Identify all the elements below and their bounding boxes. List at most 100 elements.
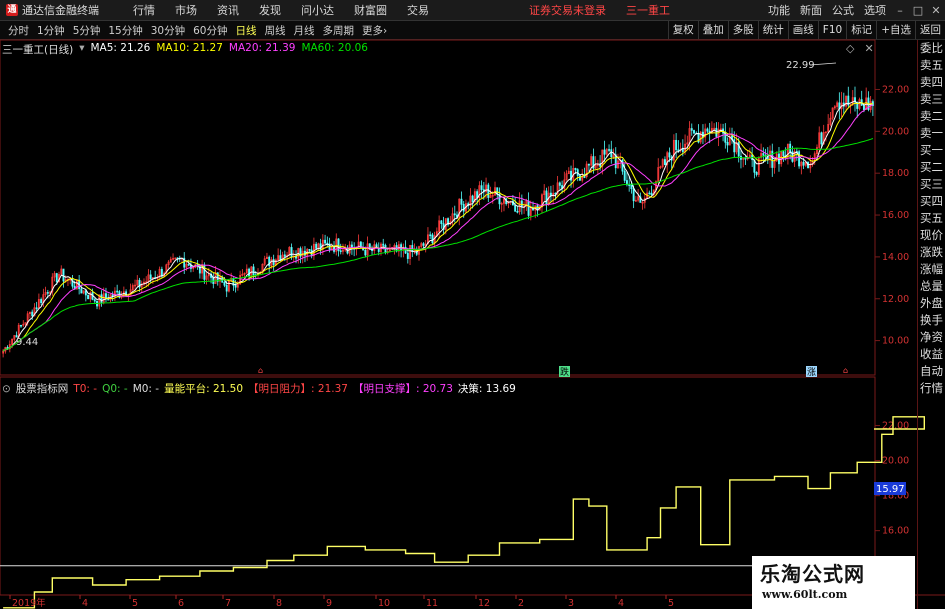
candle-body bbox=[762, 153, 765, 156]
candle-body bbox=[675, 139, 678, 151]
price-tick-label: 12.00 bbox=[882, 294, 909, 305]
candle-body bbox=[558, 182, 561, 186]
candle-body bbox=[308, 249, 311, 251]
signal-glyph: ⌂ bbox=[258, 366, 263, 375]
candle-body bbox=[690, 128, 693, 131]
candle-body bbox=[225, 284, 228, 292]
candle-body bbox=[84, 290, 87, 296]
indicator-tick-label: 22.00 bbox=[882, 421, 909, 432]
date-label: 4 bbox=[82, 598, 88, 609]
side-turnover[interactable]: 换手 bbox=[918, 312, 945, 329]
side-ask1[interactable]: 卖一 bbox=[918, 125, 945, 142]
candle-body bbox=[623, 170, 626, 181]
side-change-pct[interactable]: 涨幅 bbox=[918, 261, 945, 278]
price-legend: 三一重工(日线) ▾ MA5: 21.26 MA10: 21.27 MA20: … bbox=[2, 42, 368, 57]
candle-body bbox=[802, 161, 805, 166]
candle-body bbox=[339, 250, 342, 253]
date-label: 11 bbox=[426, 598, 438, 609]
chart-frame bbox=[0, 39, 945, 596]
date-label: 12 bbox=[478, 598, 490, 609]
candle-body bbox=[429, 234, 432, 237]
side-quotes[interactable]: 行情 bbox=[918, 380, 945, 397]
signal-glyph: ⌂ bbox=[843, 366, 848, 375]
candle-body bbox=[460, 198, 463, 205]
side-change[interactable]: 涨跌 bbox=[918, 244, 945, 261]
date-label: 10 bbox=[378, 598, 390, 609]
support-value: 【明日支撑】: 20.73 bbox=[352, 383, 453, 395]
chart-annotations: 22.99 9.44 跌 涨 ⌂ ⌂ bbox=[16, 60, 848, 378]
candle-body bbox=[820, 132, 823, 145]
side-earnings[interactable]: 收益 bbox=[918, 346, 945, 363]
candle-body bbox=[862, 105, 865, 110]
candlestick-series bbox=[2, 86, 874, 358]
date-label: 3 bbox=[568, 598, 574, 609]
side-bid3[interactable]: 买三 bbox=[918, 176, 945, 193]
side-volume[interactable]: 总量 bbox=[918, 278, 945, 295]
legend-dropdown-icon[interactable]: ▾ bbox=[79, 42, 84, 57]
candle-body bbox=[80, 288, 83, 294]
indicator-tick-label: 20.00 bbox=[882, 456, 909, 467]
side-outer-volume[interactable]: 外盘 bbox=[918, 295, 945, 312]
candle-body bbox=[310, 249, 313, 257]
date-label: 5 bbox=[668, 598, 674, 609]
date-label: 2019年 bbox=[12, 597, 46, 609]
indicator-name[interactable]: 股票指标网 bbox=[16, 381, 69, 396]
side-price[interactable]: 现价 bbox=[918, 227, 945, 244]
quote-side-panel: 委比 卖五 卖四 卖三 卖二 卖一 买一 买二 买三 买四 买五 现价 涨跌 涨… bbox=[917, 40, 945, 609]
date-label: 8 bbox=[276, 598, 282, 609]
side-bid4[interactable]: 买四 bbox=[918, 193, 945, 210]
side-ask5[interactable]: 卖五 bbox=[918, 57, 945, 74]
candle-body bbox=[532, 208, 534, 211]
side-bid1[interactable]: 买一 bbox=[918, 142, 945, 159]
candle-body bbox=[116, 290, 119, 293]
candle-body bbox=[223, 282, 226, 286]
candle-body bbox=[35, 307, 38, 310]
watermark-url: www.60lt.com bbox=[762, 588, 848, 601]
side-bid5[interactable]: 买五 bbox=[918, 210, 945, 227]
price-tick-label: 10.00 bbox=[882, 336, 909, 347]
candle-body bbox=[252, 266, 255, 276]
candle-body bbox=[290, 247, 293, 258]
m0-value: M0: - bbox=[132, 382, 160, 395]
candle-body bbox=[453, 213, 456, 216]
diamond-icon[interactable]: ◇ bbox=[846, 42, 854, 55]
watermark-title: 乐淘公式网 bbox=[760, 562, 865, 586]
indicator-axis: 14.0016.0018.0020.0022.00 bbox=[875, 421, 909, 572]
chart-controls: ◇ ✕ bbox=[846, 42, 874, 55]
marker-label-2: 涨 bbox=[807, 367, 816, 378]
decision-value: 决策: 13.69 bbox=[457, 383, 516, 395]
side-bid2[interactable]: 买二 bbox=[918, 159, 945, 176]
candle-body bbox=[608, 149, 610, 151]
price-axis: 10.00 12.00 14.00 16.00 18.00 20.00 22.00 bbox=[875, 84, 909, 347]
side-ask4[interactable]: 卖四 bbox=[918, 74, 945, 91]
price-tick-label: 14.00 bbox=[882, 252, 909, 263]
candle-body bbox=[431, 234, 434, 244]
t0-value: T0: - bbox=[73, 382, 98, 395]
indicator-gear-icon[interactable]: ⊙ bbox=[2, 383, 11, 395]
candle-body bbox=[93, 299, 96, 302]
side-net-assets[interactable]: 净资 bbox=[918, 329, 945, 346]
candle-body bbox=[31, 311, 34, 317]
candle-body bbox=[422, 243, 425, 246]
candle-body bbox=[105, 293, 107, 299]
ma20-value: MA20: 21.39 bbox=[228, 42, 296, 54]
resist-value: 【明日阻力】: 21.37 bbox=[248, 383, 348, 395]
candle-body bbox=[471, 195, 474, 203]
side-bid-ratio[interactable]: 委比 bbox=[918, 40, 945, 57]
side-ask3[interactable]: 卖三 bbox=[918, 91, 945, 108]
candle-body bbox=[726, 142, 729, 146]
candle-body bbox=[610, 149, 613, 158]
candle-body bbox=[755, 172, 758, 175]
candle-body bbox=[798, 151, 801, 167]
candle-body bbox=[693, 130, 695, 134]
candle-body bbox=[46, 292, 49, 294]
candle-body bbox=[480, 185, 483, 190]
panel-close-icon[interactable]: ✕ bbox=[864, 42, 873, 55]
candle-body bbox=[324, 239, 327, 244]
stock-title[interactable]: 三一重工(日线) bbox=[2, 42, 73, 57]
candle-body bbox=[574, 168, 577, 170]
side-auto[interactable]: 自动 bbox=[918, 363, 945, 380]
ma10-line bbox=[2, 102, 873, 352]
chart-area[interactable]: 10.00 12.00 14.00 16.00 18.00 20.00 22.00 14.0… bbox=[0, 0, 945, 609]
side-ask2[interactable]: 卖二 bbox=[918, 108, 945, 125]
